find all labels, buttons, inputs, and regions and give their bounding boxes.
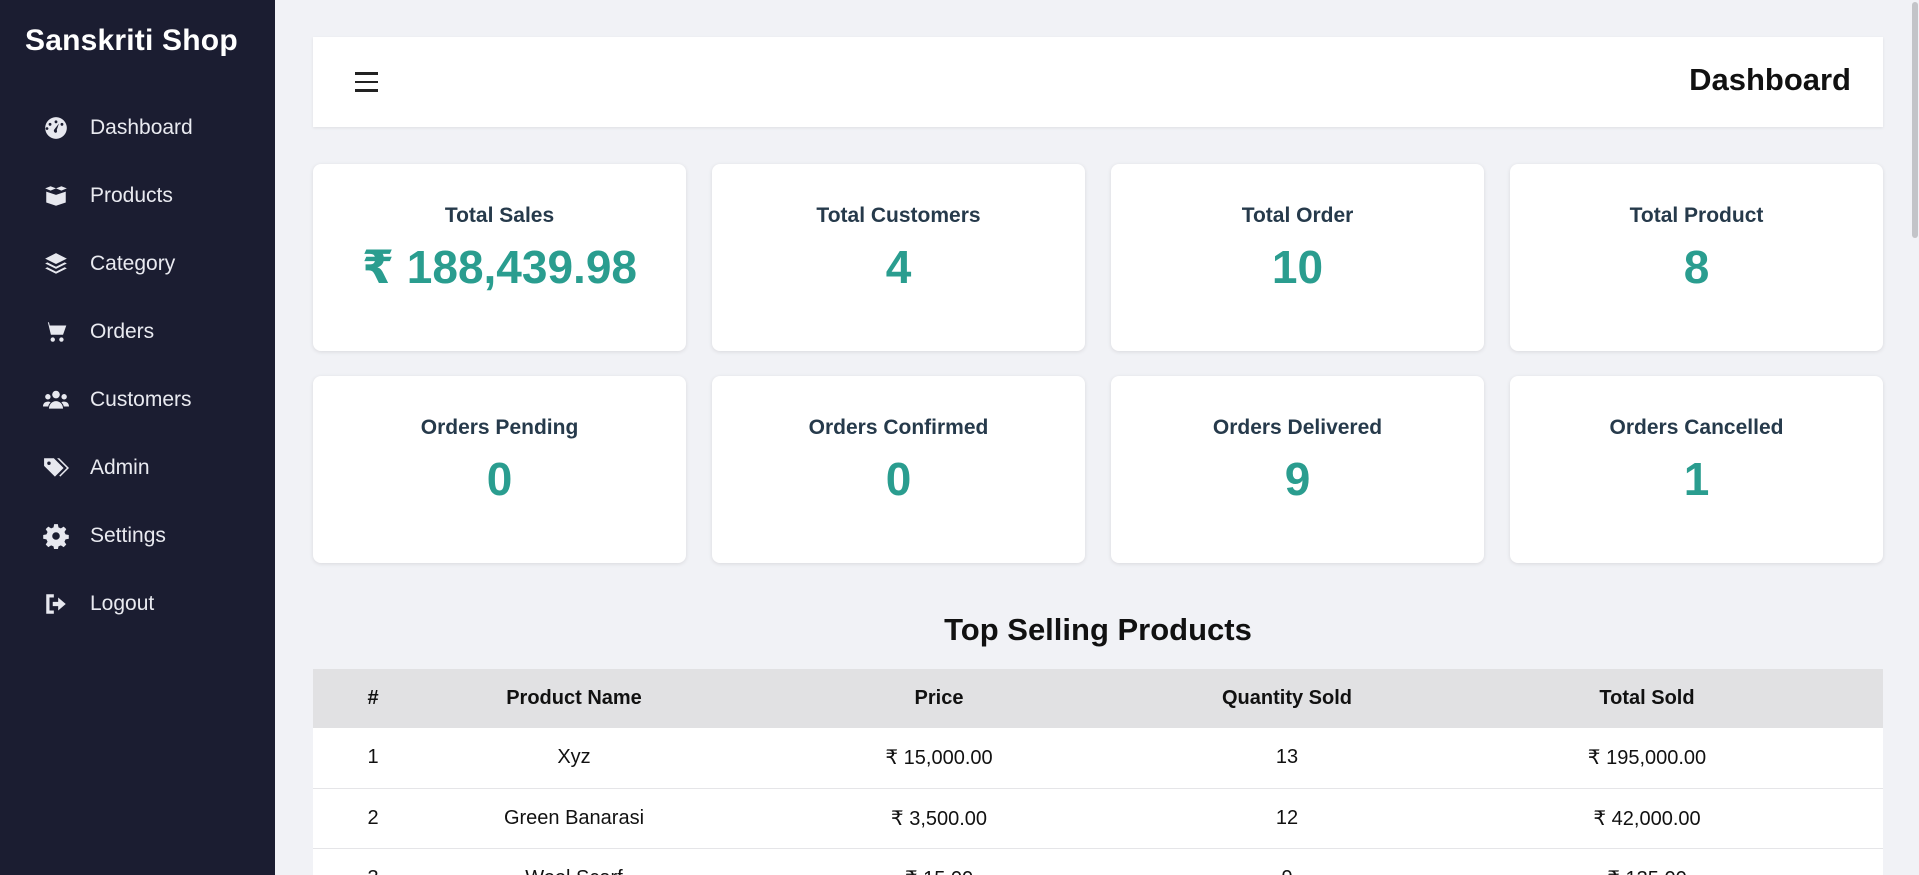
stat-value: 0	[885, 453, 912, 505]
stat-value: 9	[1284, 453, 1311, 505]
stat-card-orders-confirmed: Orders Confirmed 0	[712, 376, 1085, 563]
brand-title: Sanskriti Shop	[25, 24, 238, 57]
stat-label: Total Sales	[444, 204, 555, 227]
section-title-top-selling: Top Selling Products	[944, 612, 1252, 647]
table-cell: ₹ 42,000.00	[1411, 788, 1883, 849]
table-row[interactable]: 2 Green Banarasi ₹ 3,500.00 12 ₹ 42,000.…	[313, 788, 1883, 849]
stat-card-orders-delivered: Orders Delivered 9	[1111, 376, 1484, 563]
sidebar-item-logout[interactable]: Logout	[0, 570, 275, 638]
table-cell: 13	[1163, 728, 1411, 789]
sidebar-item-products[interactable]: Products	[0, 162, 275, 230]
stat-value: 8	[1683, 241, 1710, 293]
table-cell: ₹ 3,500.00	[715, 788, 1163, 849]
stat-value: 1	[1683, 453, 1710, 505]
table-cell: ₹ 15,000.00	[715, 728, 1163, 789]
stat-card-total-sales: Total Sales ₹ 188,439.98	[313, 164, 686, 351]
layers-icon	[43, 251, 69, 277]
stat-card-total-product: Total Product 8	[1510, 164, 1883, 351]
sidebar-item-label: Logout	[90, 592, 155, 615]
sidebar-item-label: Orders	[90, 320, 155, 343]
sidebar-nav: Dashboard Products Category Orders Custo…	[0, 94, 275, 638]
table-cell: ₹ 135.00	[1411, 848, 1883, 875]
table-cell: 9	[1163, 848, 1411, 875]
page-scrollbar[interactable]	[1910, 0, 1919, 875]
stat-value: 0	[486, 453, 513, 505]
sidebar-item-label: Products	[90, 184, 173, 207]
stat-label: Total Customers	[816, 204, 981, 227]
cart-icon	[43, 319, 69, 345]
table-cell: Wool Scarf	[433, 848, 715, 875]
top-products-table: # Product Name Price Quantity Sold Total…	[313, 669, 1883, 875]
box-open-icon	[43, 183, 69, 209]
dashboard-gauge-icon	[43, 115, 69, 141]
stat-card-total-customers: Total Customers 4	[712, 164, 1085, 351]
stat-label: Orders Delivered	[1212, 416, 1383, 439]
hamburger-menu-icon[interactable]	[355, 64, 385, 100]
sidebar-item-customers[interactable]: Customers	[0, 366, 275, 434]
table-cell: 12	[1163, 788, 1411, 849]
stat-card-orders-pending: Orders Pending 0	[313, 376, 686, 563]
stat-label: Orders Pending	[420, 416, 579, 439]
sidebar-item-label: Admin	[90, 456, 150, 479]
stat-value: ₹ 188,439.98	[361, 241, 637, 293]
stat-value: 10	[1271, 241, 1324, 293]
stats-cards: Total Sales ₹ 188,439.98 Total Customers…	[313, 164, 1883, 563]
table-row[interactable]: 1 Xyz ₹ 15,000.00 13 ₹ 195,000.00	[313, 728, 1883, 789]
stat-label: Orders Cancelled	[1609, 416, 1784, 439]
table-cell: 2	[313, 788, 433, 849]
sidebar-item-label: Settings	[90, 524, 166, 547]
column-header[interactable]: #	[313, 669, 433, 728]
page-title: Dashboard	[1689, 62, 1851, 97]
stat-label: Orders Confirmed	[808, 416, 989, 439]
stat-label: Total Product	[1629, 204, 1764, 227]
stat-card-orders-cancelled: Orders Cancelled 1	[1510, 376, 1883, 563]
scrollbar-thumb[interactable]	[1912, 2, 1918, 238]
stat-label: Total Order	[1241, 204, 1354, 227]
table-cell: 3	[313, 848, 433, 875]
table-cell: 1	[313, 728, 433, 789]
stat-card-total-order: Total Order 10	[1111, 164, 1484, 351]
table-row[interactable]: 3 Wool Scarf ₹ 15.00 9 ₹ 135.00	[313, 848, 1883, 875]
gear-icon	[43, 523, 69, 549]
sidebar: Sanskriti Shop Dashboard Products Catego…	[0, 0, 275, 875]
sidebar-item-admin[interactable]: Admin	[0, 434, 275, 502]
stat-value: 4	[885, 241, 912, 293]
users-icon	[43, 387, 69, 413]
column-header[interactable]: Quantity Sold	[1163, 669, 1411, 728]
column-header[interactable]: Total Sold	[1411, 669, 1883, 728]
column-header[interactable]: Price	[715, 669, 1163, 728]
tags-icon	[43, 455, 69, 481]
sidebar-item-label: Dashboard	[90, 116, 193, 139]
top-bar: Dashboard	[313, 37, 1883, 127]
sidebar-item-settings[interactable]: Settings	[0, 502, 275, 570]
sidebar-item-label: Customers	[90, 388, 192, 411]
column-header[interactable]: Product Name	[433, 669, 715, 728]
table-cell: Xyz	[433, 728, 715, 789]
sidebar-item-category[interactable]: Category	[0, 230, 275, 298]
table-cell: ₹ 195,000.00	[1411, 728, 1883, 789]
table-header-row: # Product Name Price Quantity Sold Total…	[313, 669, 1883, 728]
sidebar-item-orders[interactable]: Orders	[0, 298, 275, 366]
table-cell: ₹ 15.00	[715, 848, 1163, 875]
sidebar-item-dashboard[interactable]: Dashboard	[0, 94, 275, 162]
table-cell: Green Banarasi	[433, 788, 715, 849]
logout-icon	[43, 591, 69, 617]
sidebar-item-label: Category	[90, 252, 176, 275]
